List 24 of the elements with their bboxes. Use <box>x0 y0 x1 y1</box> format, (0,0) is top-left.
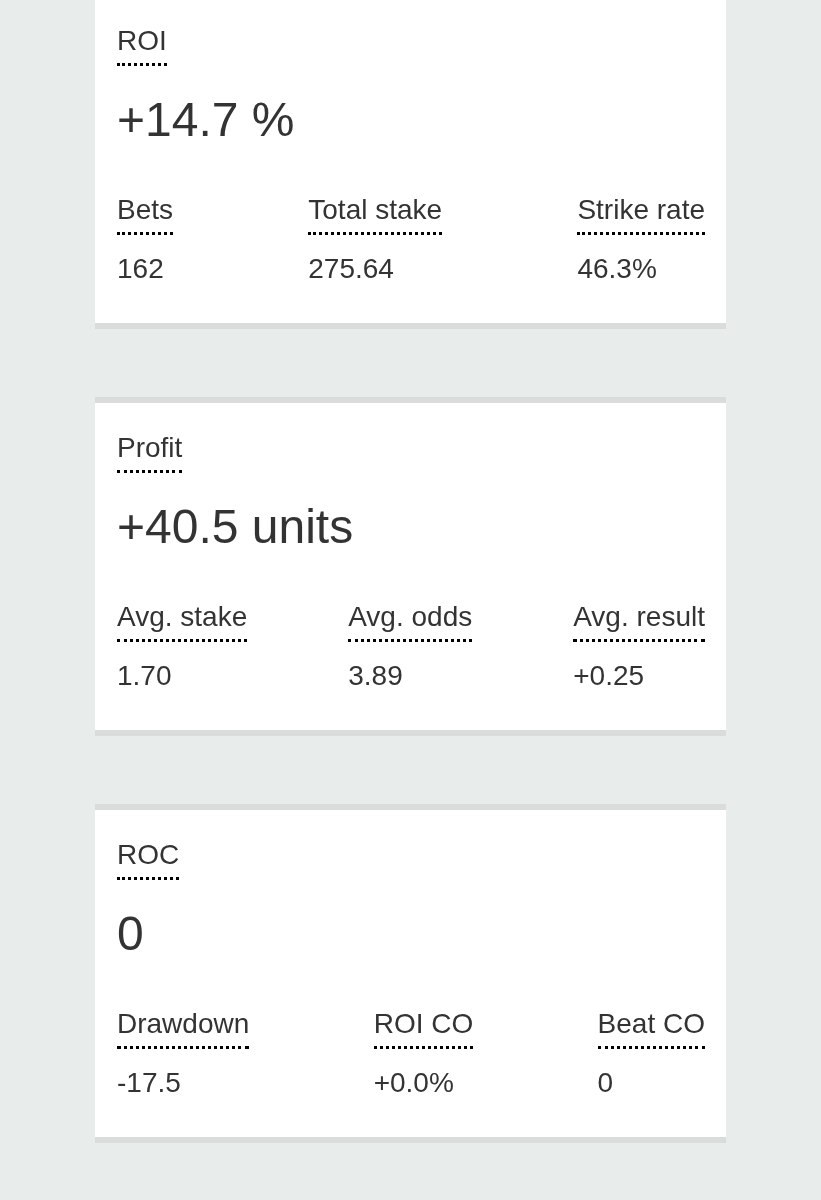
stat-label: Drawdown <box>117 1006 250 1049</box>
stat-label: Avg. result <box>573 599 705 642</box>
card-title: ROI <box>117 23 167 66</box>
metric-value: 0 <box>117 906 144 962</box>
metric-value: +14.7 % <box>117 92 295 148</box>
stat-value: 162 <box>117 252 164 286</box>
stat-label: Avg. stake <box>117 599 248 642</box>
stat-label: Bets <box>117 192 174 235</box>
stat-value: 1.70 <box>117 659 172 693</box>
stat-value: +0.0% <box>373 1066 454 1100</box>
card-title: ROC <box>117 837 180 880</box>
metric-value: +40.5 units <box>117 499 354 555</box>
stat-value: +0.25 <box>573 659 645 693</box>
stat-label: Avg. odds <box>348 599 473 642</box>
stat-value: 0 <box>597 1066 614 1100</box>
stat-value: -17.5 <box>117 1066 181 1100</box>
stat-label: Total stake <box>308 192 443 235</box>
stat-value: 3.89 <box>348 659 403 693</box>
stat-label: Beat CO <box>597 1006 705 1049</box>
stat-value: 275.64 <box>308 252 394 286</box>
stat-label: Strike rate <box>577 192 705 235</box>
stat-label: ROI CO <box>373 1006 474 1049</box>
card-title: Profit <box>117 430 183 473</box>
stat-value: 46.3% <box>577 252 657 286</box>
